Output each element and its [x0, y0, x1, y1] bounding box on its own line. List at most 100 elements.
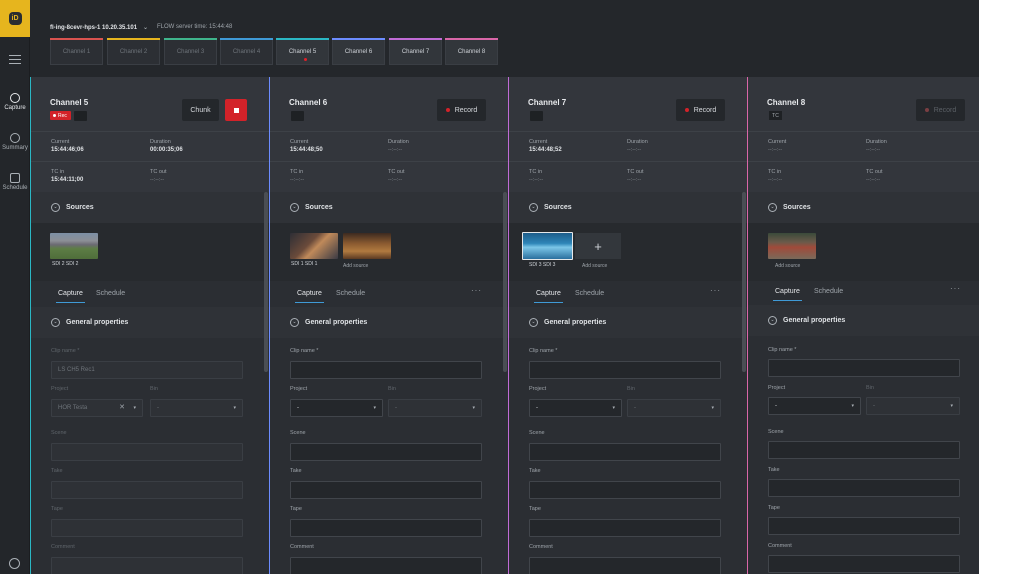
- project-select[interactable]: HOR Testa ✕ ▾: [51, 399, 143, 417]
- scrollbar[interactable]: [503, 192, 507, 372]
- take-label: Take: [529, 468, 541, 474]
- sources-toggle[interactable]: ⌄ Sources: [768, 203, 811, 212]
- current-value: 15:44:48;50: [290, 147, 323, 153]
- menu-icon[interactable]: [9, 55, 21, 64]
- take-field[interactable]: [768, 479, 960, 497]
- project-select[interactable]: - ▾: [529, 399, 622, 417]
- record-button[interactable]: Record: [916, 99, 965, 121]
- tape-field[interactable]: [290, 519, 482, 537]
- avatar[interactable]: [9, 558, 20, 569]
- comment-field[interactable]: [290, 557, 482, 574]
- sources-toggle[interactable]: ⌄ Sources: [290, 203, 333, 212]
- take-field[interactable]: [529, 481, 721, 499]
- tab-capture[interactable]: Capture: [773, 288, 802, 301]
- project-select[interactable]: - ▾: [290, 399, 383, 417]
- tab-capture[interactable]: Capture: [295, 290, 324, 303]
- add-source-label[interactable]: Add source: [582, 263, 607, 269]
- tab-schedule[interactable]: Schedule: [814, 288, 843, 295]
- general-properties-toggle[interactable]: ⌄ General properties: [529, 318, 606, 327]
- channel-tab-label: Channel 2: [119, 48, 148, 55]
- summary-icon: [10, 133, 20, 143]
- general-properties-toggle[interactable]: ⌄ General properties: [768, 316, 845, 325]
- chevron-down-icon: ⌄: [290, 203, 299, 212]
- tc-in-value: 15:44:11;00: [51, 177, 84, 183]
- app-logo[interactable]: iD: [0, 0, 30, 37]
- scene-field[interactable]: [529, 443, 721, 461]
- more-icon[interactable]: ···: [710, 286, 721, 295]
- channel-tab-1[interactable]: Channel 1: [50, 38, 103, 65]
- channel-column-6: Channel 6 Record Current 15:44:48;50 Dur…: [269, 77, 508, 574]
- bin-select[interactable]: - ▾: [150, 399, 243, 417]
- scene-field[interactable]: [768, 441, 960, 459]
- take-field[interactable]: [51, 481, 243, 499]
- nav-schedule[interactable]: Schedule: [0, 173, 30, 191]
- channel-tab-6[interactable]: Channel 6: [332, 38, 385, 65]
- channel-tab-7[interactable]: Channel 7: [389, 38, 442, 65]
- add-source-thumbnail[interactable]: [343, 233, 391, 259]
- tape-field[interactable]: [529, 519, 721, 537]
- scene-field[interactable]: [51, 443, 243, 461]
- record-button-label: Record: [454, 106, 478, 114]
- comment-label: Comment: [51, 544, 75, 550]
- scene-label: Scene: [768, 429, 784, 435]
- clear-icon[interactable]: ✕: [119, 400, 125, 416]
- tab-schedule[interactable]: Schedule: [575, 290, 604, 297]
- duration-label: Duration: [388, 139, 409, 145]
- scene-field[interactable]: [290, 443, 482, 461]
- channel-tab-label: Channel 7: [401, 48, 430, 55]
- nav-schedule-label: Schedule: [2, 185, 28, 191]
- channel-tab-3[interactable]: Channel 3: [164, 38, 217, 65]
- more-icon[interactable]: ···: [471, 286, 482, 295]
- comment-field[interactable]: [768, 555, 960, 573]
- sources-toggle[interactable]: ⌄ Sources: [529, 203, 572, 212]
- add-source-thumbnail[interactable]: [768, 233, 816, 259]
- tape-field[interactable]: [51, 519, 243, 537]
- scrollbar[interactable]: [264, 192, 268, 372]
- current-value: 15:44:46;06: [51, 147, 84, 153]
- clip-name-field[interactable]: [290, 361, 482, 379]
- source-thumbnail[interactable]: [290, 233, 338, 259]
- channel-tab-2[interactable]: Channel 2: [107, 38, 160, 65]
- tab-schedule[interactable]: Schedule: [336, 290, 365, 297]
- bin-select[interactable]: - ▾: [388, 399, 482, 417]
- stop-button[interactable]: [225, 99, 247, 121]
- scrollbar[interactable]: [742, 192, 746, 372]
- channel-tab-8[interactable]: Channel 8: [445, 38, 498, 65]
- clip-name-label: Clip name *: [290, 348, 319, 354]
- general-properties-toggle[interactable]: ⌄ General properties: [51, 318, 128, 327]
- caret-down-icon: ▾: [851, 403, 854, 409]
- tape-field[interactable]: [768, 517, 960, 535]
- source-thumbnail[interactable]: [50, 233, 98, 259]
- add-source-label[interactable]: Add source: [775, 263, 800, 269]
- source-thumbnail-selected[interactable]: [522, 232, 573, 260]
- server-selector[interactable]: fl-ing-8cevr-hps-1 10.20.35.101 ⌄: [50, 24, 148, 31]
- tab-schedule[interactable]: Schedule: [96, 290, 125, 297]
- nav-summary[interactable]: Summary: [0, 133, 30, 151]
- more-icon[interactable]: ···: [950, 284, 961, 293]
- chunk-button[interactable]: Chunk: [182, 99, 219, 121]
- tc-out-label: TC out: [627, 169, 644, 175]
- clip-name-field[interactable]: LS CH5 Rec1: [51, 361, 243, 379]
- tab-capture[interactable]: Capture: [534, 290, 563, 303]
- channel-tab-5[interactable]: Channel 5: [276, 38, 329, 65]
- clip-name-field[interactable]: [529, 361, 721, 379]
- channel-tab-4[interactable]: Channel 4: [220, 38, 273, 65]
- record-button[interactable]: Record: [437, 99, 486, 121]
- take-field[interactable]: [290, 481, 482, 499]
- channel-tab-label: Channel 1: [62, 48, 91, 55]
- comment-field[interactable]: [529, 557, 721, 574]
- comment-field[interactable]: [51, 557, 243, 574]
- bin-select[interactable]: - ▾: [627, 399, 721, 417]
- project-select[interactable]: - ▾: [768, 397, 861, 415]
- tape-label: Tape: [51, 506, 63, 512]
- nav-capture[interactable]: Capture: [0, 93, 30, 111]
- sources-toggle[interactable]: ⌄ Sources: [51, 203, 94, 212]
- general-properties-toggle[interactable]: ⌄ General properties: [290, 318, 367, 327]
- bin-select[interactable]: - ▾: [866, 397, 960, 415]
- tab-capture[interactable]: Capture: [56, 290, 85, 303]
- chevron-down-icon: ⌄: [143, 25, 149, 31]
- add-source-button[interactable]: +: [575, 233, 621, 259]
- add-source-label[interactable]: Add source: [343, 263, 368, 269]
- record-button[interactable]: Record: [676, 99, 725, 121]
- clip-name-field[interactable]: [768, 359, 960, 377]
